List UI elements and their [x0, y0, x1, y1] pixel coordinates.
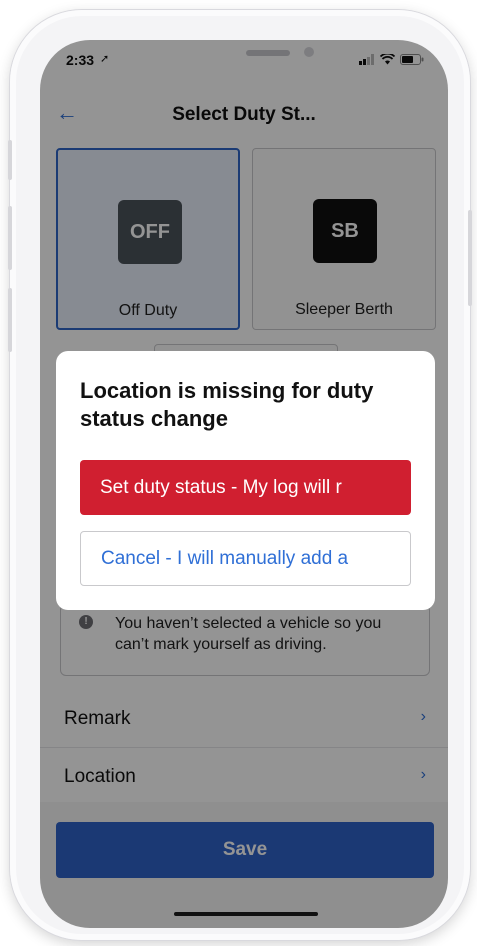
dialog-title: Location is missing for duty status chan… [80, 378, 374, 431]
volume-down-button [8, 206, 12, 270]
mute-switch [8, 288, 12, 352]
cancel-manual-location-button[interactable]: Cancel - I will manually add a [80, 531, 411, 586]
location-missing-dialog: Location is missing for duty status chan… [56, 351, 435, 610]
volume-up-button [8, 140, 12, 180]
home-indicator [174, 912, 318, 916]
set-duty-status-button[interactable]: Set duty status - My log will r [80, 460, 411, 515]
app-screen: 2:33 ➚ ← Select Duty St... OFF Off Duty … [40, 40, 448, 928]
power-button [468, 210, 472, 306]
